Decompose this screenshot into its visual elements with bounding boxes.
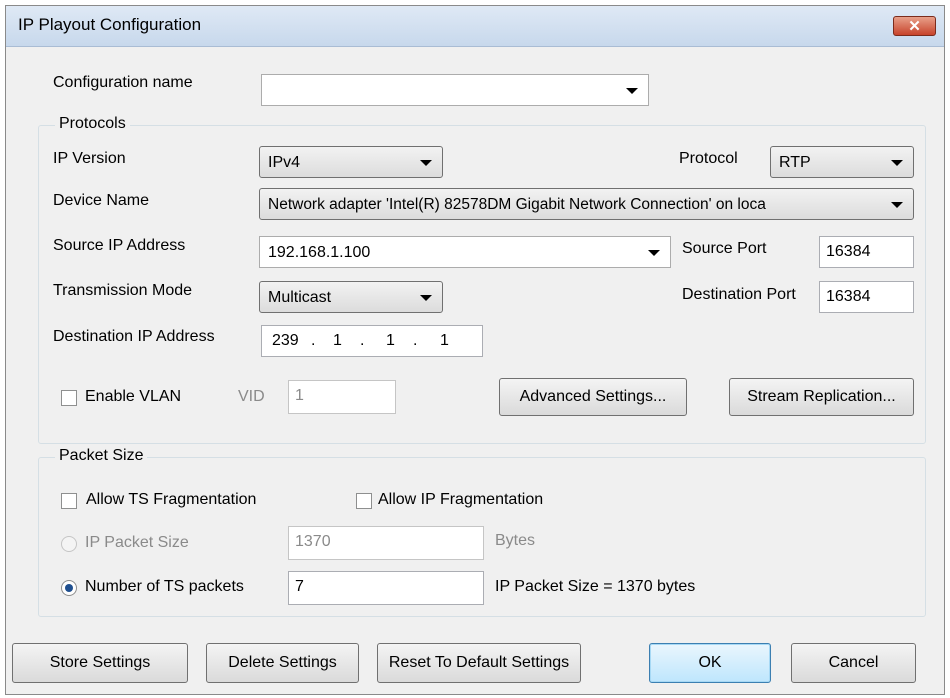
ok-button[interactable]: OK	[649, 643, 771, 683]
dest-ip-dot: .	[413, 332, 418, 349]
enable-vlan-checkbox[interactable]	[61, 390, 77, 406]
cancel-button[interactable]: Cancel	[791, 643, 916, 683]
num-ts-packets-value: 7	[295, 578, 304, 595]
device-name-select[interactable]: Network adapter 'Intel(R) 82578DM Gigabi…	[259, 188, 914, 220]
source-ip-combo[interactable]: 192.168.1.100	[259, 236, 671, 268]
computed-packet-size-text: IP Packet Size = 1370 bytes	[495, 578, 696, 595]
vid-input[interactable]: 1	[288, 380, 396, 414]
dest-ip-octet-1: 239	[272, 332, 299, 349]
allow-ts-fragmentation-checkbox[interactable]	[61, 493, 77, 509]
dest-ip-octet-2: 1	[333, 332, 342, 349]
device-name-value: Network adapter 'Intel(R) 82578DM Gigabi…	[268, 196, 766, 213]
chevron-down-icon	[420, 295, 432, 301]
allow-ts-fragmentation-label: Allow TS Fragmentation	[86, 491, 257, 508]
store-settings-button[interactable]: Store Settings	[12, 643, 188, 683]
ip-packet-size-label: IP Packet Size	[85, 534, 189, 551]
protocol-value: RTP	[779, 154, 811, 171]
source-port-input[interactable]: 16384	[819, 236, 914, 268]
chevron-down-icon	[420, 160, 432, 166]
transmission-mode-label: Transmission Mode	[53, 282, 193, 299]
packet-size-legend: Packet Size	[55, 447, 148, 465]
num-ts-packets-radio[interactable]	[61, 580, 77, 596]
source-port-value: 16384	[826, 243, 871, 260]
ip-packet-size-value: 1370	[295, 533, 331, 550]
dest-ip-octet-3: 1	[386, 332, 395, 349]
transmission-mode-select[interactable]: Multicast	[259, 281, 443, 313]
window-title: IP Playout Configuration	[18, 15, 202, 34]
source-ip-label: Source IP Address	[53, 237, 186, 254]
allow-ip-fragmentation-checkbox[interactable]	[356, 493, 372, 509]
ip-version-label: IP Version	[53, 150, 126, 167]
dest-ip-dot: .	[360, 332, 365, 349]
reset-default-settings-button[interactable]: Reset To Default Settings	[377, 643, 581, 683]
allow-ip-fragmentation-label: Allow IP Fragmentation	[378, 491, 544, 508]
source-ip-value: 192.168.1.100	[268, 244, 371, 261]
dest-ip-octet-4: 1	[440, 332, 449, 349]
ip-playout-dialog: IP Playout Configuration ✕ Configuration…	[5, 5, 945, 695]
config-name-label: Configuration name	[53, 74, 193, 91]
advanced-settings-button[interactable]: Advanced Settings...	[499, 378, 687, 416]
radio-selected-dot	[65, 584, 73, 592]
chevron-down-icon	[626, 88, 638, 94]
source-port-label: Source Port	[682, 240, 767, 257]
delete-settings-button[interactable]: Delete Settings	[206, 643, 359, 683]
chevron-down-icon	[891, 202, 903, 208]
transmission-mode-value: Multicast	[268, 289, 332, 306]
close-icon: ✕	[908, 18, 921, 35]
title-bar: IP Playout Configuration ✕	[6, 6, 944, 47]
dest-ip-label: Destination IP Address	[53, 328, 215, 345]
close-button[interactable]: ✕	[893, 16, 936, 36]
stream-replication-button[interactable]: Stream Replication...	[729, 378, 914, 416]
chevron-down-icon	[648, 250, 660, 256]
dest-port-value: 16384	[826, 288, 871, 305]
protocol-select[interactable]: RTP	[770, 146, 914, 178]
num-ts-packets-input[interactable]: 7	[288, 571, 484, 605]
ip-packet-size-radio[interactable]	[61, 536, 77, 552]
chevron-down-icon	[891, 160, 903, 166]
protocols-legend: Protocols	[55, 115, 130, 133]
device-name-label: Device Name	[53, 192, 150, 209]
dest-ip-input[interactable]: 239 . 1 . 1 . 1	[261, 325, 483, 357]
ip-version-select[interactable]: IPv4	[259, 146, 443, 178]
bytes-label: Bytes	[495, 532, 536, 549]
config-name-combo[interactable]	[261, 74, 649, 106]
vid-label: VID	[238, 388, 265, 405]
dest-port-label: Destination Port	[682, 286, 796, 303]
dest-port-input[interactable]: 16384	[819, 281, 914, 313]
vid-value: 1	[295, 387, 304, 404]
num-ts-packets-label: Number of TS packets	[85, 578, 244, 595]
protocol-label: Protocol	[679, 150, 738, 167]
ip-version-value: IPv4	[268, 154, 301, 171]
enable-vlan-label: Enable VLAN	[85, 388, 182, 405]
dest-ip-dot: .	[311, 332, 316, 349]
ip-packet-size-input[interactable]: 1370	[288, 526, 484, 560]
